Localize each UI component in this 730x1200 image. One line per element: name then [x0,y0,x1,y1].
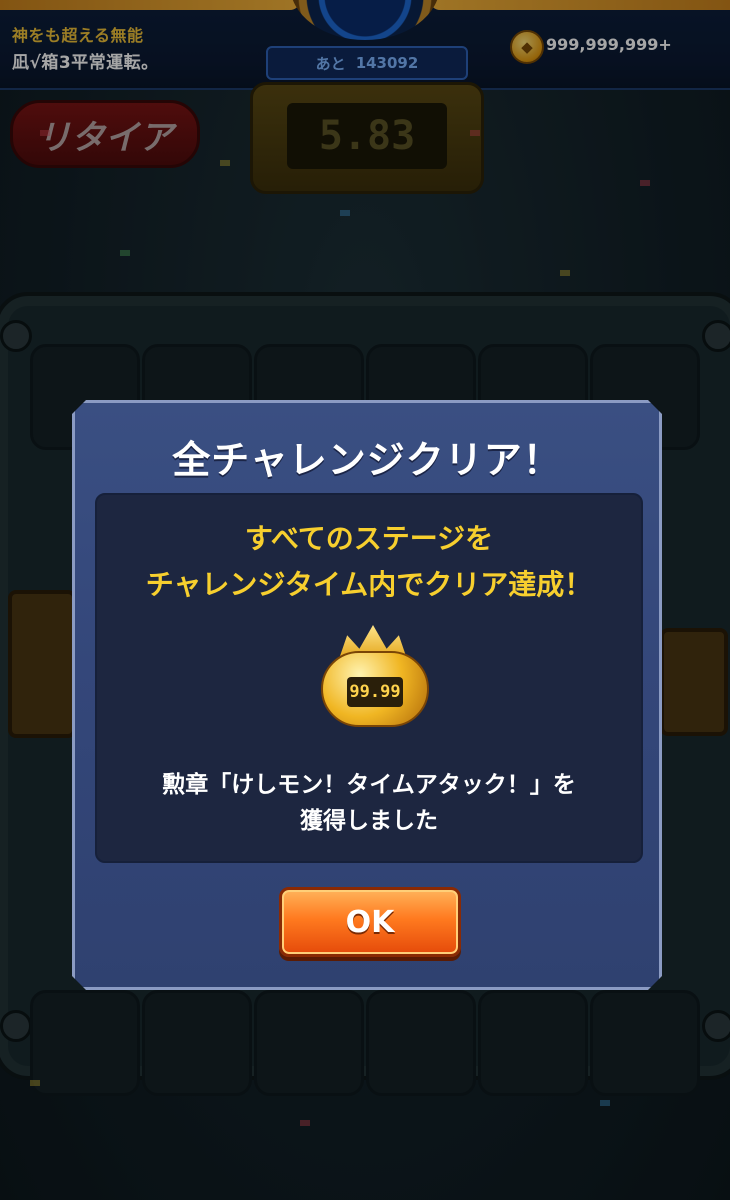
award-text-line1: 勲章「けしモン！タイムアタック！」を [162,772,576,798]
dialog-title: 全チャレンジクリア！ [172,438,562,482]
medal-body: 99.99 [321,651,429,727]
dialog-content-panel: すべてのステージを チャレンジタイム内でクリア達成！ 99.99 勲章「けしモン… [95,493,643,863]
medal-time-plate: 99.99 [347,677,403,707]
ok-button[interactable]: OK [279,887,461,957]
dialog-message-line2: チャレンジタイム内でクリア達成！ [145,568,593,601]
dialog-message-line1: すべてのステージを [244,522,494,555]
game-screen: 神をも超える無能 凪√箱3平常運転。 あと 143092 ◆ 999,999,9… [0,0,730,1200]
award-text-line2: 獲得しました [300,808,438,834]
time-attack-medal-icon: 99.99 [321,625,425,725]
challenge-clear-dialog: 全チャレンジクリア！ すべてのステージを チャレンジタイム内でクリア達成！ 99… [72,400,662,990]
